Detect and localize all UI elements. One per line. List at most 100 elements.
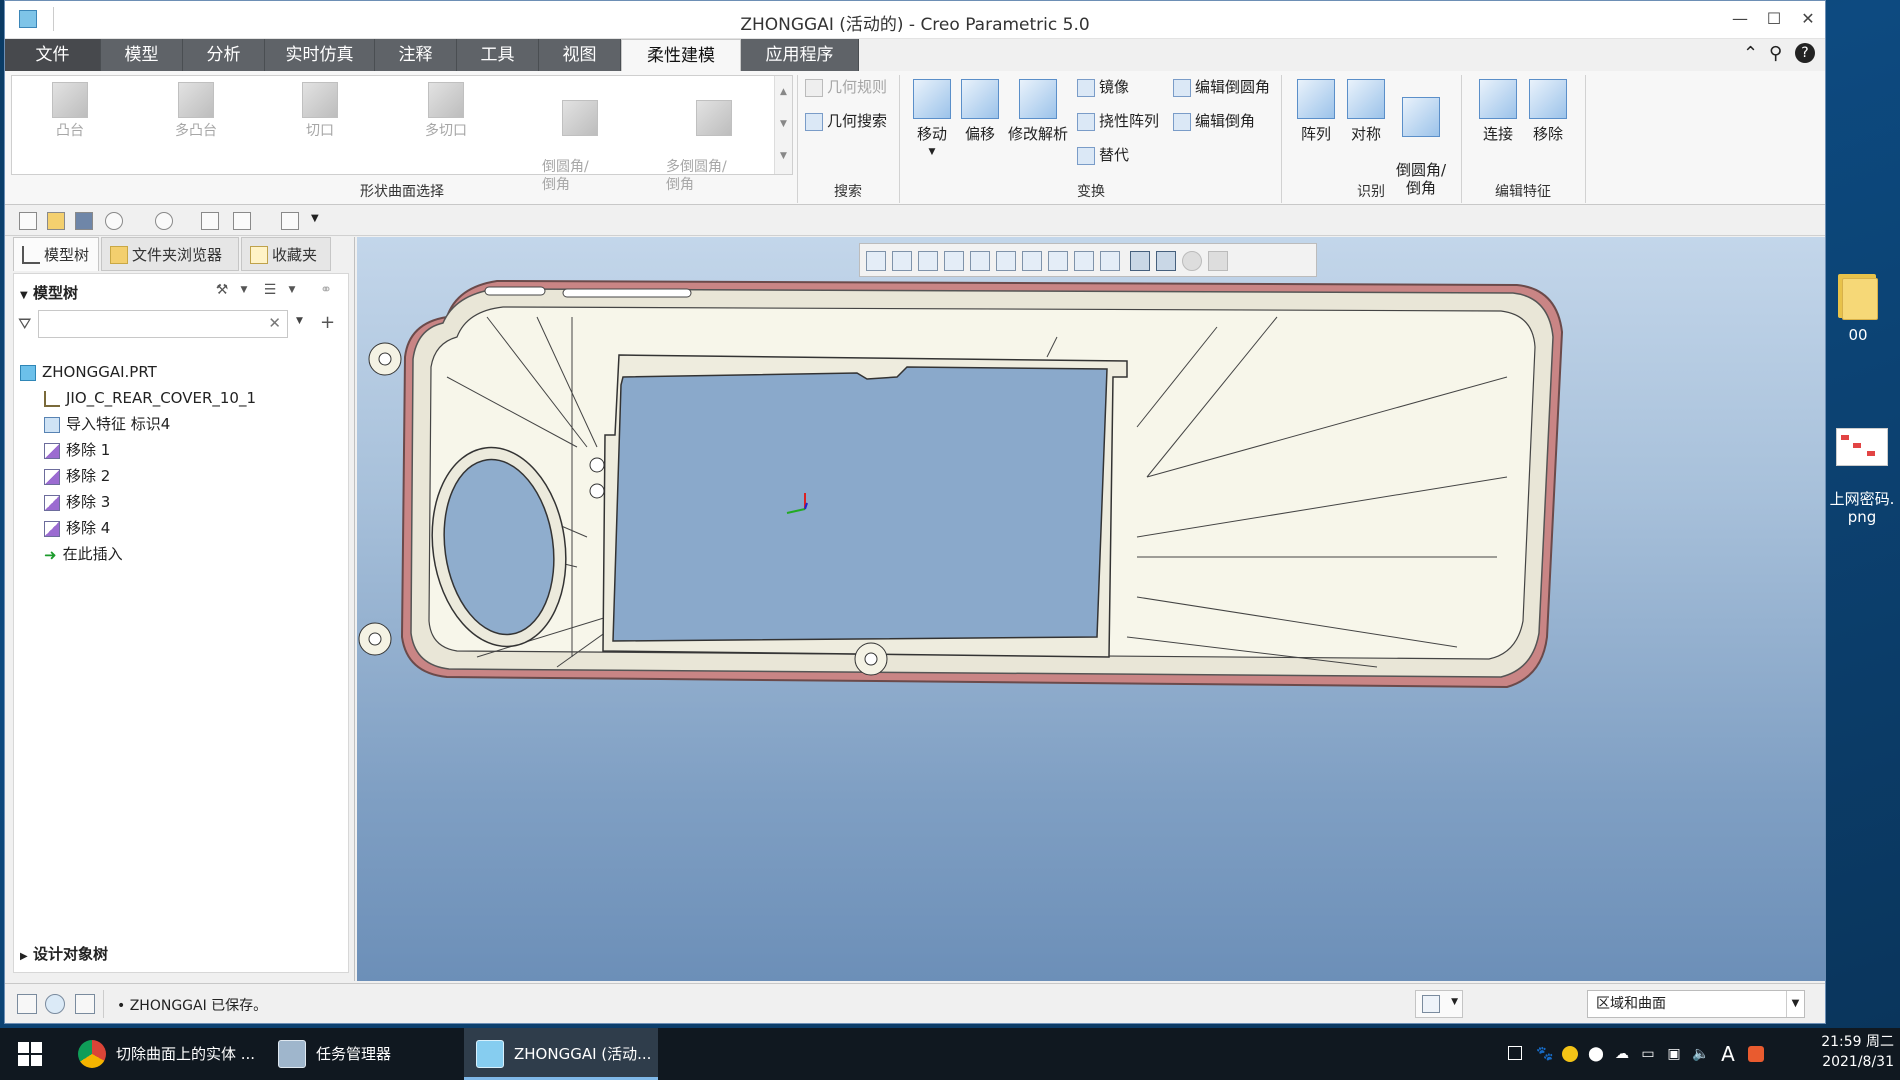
show-dropdown-icon[interactable]: ▼ bbox=[280, 278, 304, 302]
minimize-button[interactable]: — bbox=[1725, 7, 1755, 31]
tree-filter-toggle-icon[interactable]: ⚭ bbox=[314, 278, 338, 302]
chevron-down-icon[interactable]: ▼ bbox=[1786, 991, 1804, 1017]
selection-mode-button[interactable]: ▼ bbox=[1415, 990, 1463, 1018]
flex-pattern-button[interactable]: 挠性阵列 bbox=[1077, 109, 1159, 133]
substitute-button[interactable]: 替代 bbox=[1077, 143, 1129, 167]
expand-icon[interactable]: ▶ bbox=[20, 951, 28, 962]
tree-settings-icon[interactable]: ⚒ bbox=[210, 278, 234, 302]
clear-search-icon[interactable]: ✕ bbox=[268, 314, 281, 332]
graphics-area[interactable] bbox=[357, 237, 1825, 981]
display-style-icon[interactable] bbox=[970, 251, 990, 271]
modify-analytic-button[interactable]: 修改解析 bbox=[1003, 77, 1073, 143]
show-icon[interactable]: ☰ bbox=[258, 278, 282, 302]
gallery-scroll[interactable]: ▲ ▼ ▼ bbox=[774, 76, 792, 174]
datum-display-icon[interactable] bbox=[1100, 251, 1120, 271]
gallery-boss[interactable]: 凸台 bbox=[20, 82, 120, 140]
round-chamfer-recognition-button[interactable]: 倒圆角/ 倒角 bbox=[1387, 77, 1455, 197]
scroll-up-icon[interactable]: ▲ bbox=[775, 76, 792, 108]
security-tray-icon[interactable] bbox=[1562, 1046, 1578, 1062]
tree-item-insert-here[interactable]: ➜ 在此插入 bbox=[44, 542, 123, 566]
edit-round-button[interactable]: 编辑倒圆角 bbox=[1173, 75, 1270, 99]
selection-dropdown-icon[interactable]: ▼ bbox=[1451, 997, 1458, 1007]
close-button[interactable]: ✕ bbox=[1793, 7, 1823, 31]
windows-start-icon[interactable] bbox=[18, 1042, 42, 1066]
section-view-icon[interactable] bbox=[1074, 251, 1094, 271]
tab-live-simulation[interactable]: 实时仿真 bbox=[265, 39, 375, 71]
render-icon[interactable] bbox=[1208, 251, 1228, 271]
view-manager-icon[interactable] bbox=[1022, 251, 1042, 271]
refit-icon[interactable] bbox=[866, 251, 886, 271]
gallery-round-chamfer[interactable]: 倒圆角/ 倒角 bbox=[522, 82, 622, 194]
tab-applications[interactable]: 应用程序 bbox=[741, 39, 859, 71]
undo-icon[interactable] bbox=[105, 212, 123, 230]
volume-tray-icon[interactable]: 🔈 bbox=[1692, 1046, 1709, 1062]
help-icon[interactable]: ? bbox=[1795, 43, 1815, 63]
design-object-tree-header[interactable]: ▶ 设计对象树 bbox=[20, 943, 108, 964]
dot-tray-icon[interactable]: ⬤ bbox=[1588, 1046, 1604, 1062]
spin-center-icon[interactable] bbox=[1156, 251, 1176, 271]
tab-model-tree[interactable]: 模型树 bbox=[13, 237, 99, 271]
ime-indicator[interactable]: A bbox=[1720, 1044, 1736, 1064]
maximize-button[interactable]: ☐ bbox=[1759, 7, 1789, 31]
navigator-toggle-icon[interactable] bbox=[17, 994, 37, 1014]
remove-button[interactable]: 移除 bbox=[1519, 77, 1577, 143]
annotation-display-icon[interactable] bbox=[1130, 251, 1150, 271]
tab-analysis[interactable]: 分析 bbox=[183, 39, 265, 71]
appearance-icon[interactable] bbox=[1182, 251, 1202, 271]
move-dropdown-icon[interactable]: ▼ bbox=[903, 143, 961, 161]
tree-search-input[interactable]: ✕ bbox=[38, 310, 288, 338]
zoom-in-icon[interactable] bbox=[892, 251, 912, 271]
gallery-cut[interactable]: 切口 bbox=[270, 82, 370, 140]
desktop-file-png[interactable]: 上网密码. png bbox=[1822, 410, 1900, 544]
input-method-tray-icon[interactable] bbox=[1748, 1046, 1764, 1062]
gallery-expand-icon[interactable]: ▼ bbox=[775, 140, 792, 172]
tree-item-part[interactable]: ZHONGGAI.PRT bbox=[20, 360, 157, 384]
open-icon[interactable] bbox=[47, 212, 65, 230]
minimize-ribbon-icon[interactable]: ⌃ bbox=[1743, 43, 1758, 64]
gallery-multi-boss[interactable]: 多凸台 bbox=[146, 82, 246, 140]
taskbar-item-creo[interactable]: ZHONGGAI (活动... bbox=[464, 1028, 658, 1080]
tab-favorites[interactable]: 收藏夹 bbox=[241, 237, 331, 271]
geometry-rule-button[interactable]: 几何规则 bbox=[805, 75, 887, 99]
tab-flexible-modeling[interactable]: 柔性建模 bbox=[621, 39, 741, 71]
tab-view[interactable]: 视图 bbox=[539, 39, 621, 71]
geometry-search-button[interactable]: 几何搜索 bbox=[805, 109, 887, 133]
model-tree-header[interactable]: ▼ 模型树 bbox=[20, 282, 78, 303]
tree-item-import-feature[interactable]: 导入特征 标识4 bbox=[44, 412, 170, 436]
save-icon[interactable] bbox=[75, 212, 93, 230]
offset-button[interactable]: 偏移 bbox=[951, 77, 1009, 143]
tree-item-csys[interactable]: JIO_C_REAR_COVER_10_1 bbox=[44, 386, 256, 410]
scroll-down-icon[interactable]: ▼ bbox=[775, 108, 792, 140]
tree-item-remove-2[interactable]: 移除 2 bbox=[44, 464, 110, 488]
regenerate-icon[interactable] bbox=[201, 212, 219, 230]
show-desktop-tray-icon[interactable] bbox=[1508, 1046, 1522, 1060]
pet-tray-icon[interactable]: 🐾 bbox=[1536, 1046, 1553, 1062]
tab-annotate[interactable]: 注释 bbox=[375, 39, 457, 71]
close-window-icon[interactable] bbox=[281, 212, 299, 230]
taskbar-item-chrome[interactable]: 切除曲面上的实体 ... bbox=[66, 1028, 255, 1080]
browser-toggle-icon[interactable] bbox=[45, 994, 65, 1014]
tree-item-remove-3[interactable]: 移除 3 bbox=[44, 490, 110, 514]
windows-icon[interactable] bbox=[233, 212, 251, 230]
network-tray-icon[interactable]: ☁ bbox=[1614, 1046, 1630, 1062]
collapse-icon[interactable]: ▼ bbox=[20, 290, 28, 301]
repaint-icon[interactable] bbox=[944, 251, 964, 271]
zoom-out-icon[interactable] bbox=[918, 251, 938, 271]
system-clock[interactable]: 21:59 周二 2021/8/31 bbox=[1821, 1032, 1894, 1072]
search-icon[interactable]: ⚲ bbox=[1769, 43, 1782, 64]
new-icon[interactable] bbox=[19, 212, 37, 230]
tab-tools[interactable]: 工具 bbox=[457, 39, 539, 71]
saved-orientations-icon[interactable] bbox=[996, 251, 1016, 271]
tab-folder-browser[interactable]: 文件夹浏览器 bbox=[101, 237, 239, 271]
tree-item-remove-4[interactable]: 移除 4 bbox=[44, 516, 110, 540]
edit-chamfer-button[interactable]: 编辑倒角 bbox=[1173, 109, 1255, 133]
taskbar-item-task-manager[interactable]: 任务管理器 bbox=[266, 1028, 452, 1080]
perspective-view-icon[interactable] bbox=[1048, 251, 1068, 271]
full-screen-icon[interactable] bbox=[75, 994, 95, 1014]
redo-icon[interactable] bbox=[155, 212, 173, 230]
search-dropdown-icon[interactable]: ▼ bbox=[296, 316, 303, 326]
gallery-multi-round-chamfer[interactable]: 多倒圆角/ 倒角 bbox=[652, 82, 772, 194]
customize-qat-icon[interactable]: ▼ bbox=[311, 213, 319, 224]
mirror-button[interactable]: 镜像 bbox=[1077, 75, 1129, 99]
tree-settings-dropdown-icon[interactable]: ▼ bbox=[232, 278, 256, 302]
